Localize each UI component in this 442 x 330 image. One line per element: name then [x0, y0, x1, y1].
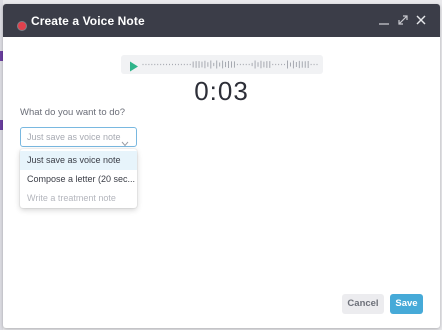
voice-note-modal: Create a Voice Note 0:03 What do you wan…: [3, 4, 440, 328]
select-value: Just save as voice note: [27, 132, 121, 142]
audio-player: [121, 55, 323, 74]
expand-icon[interactable]: [396, 13, 410, 27]
action-dropdown-menu: Just save as voice note Compose a letter…: [20, 149, 137, 208]
modal-title: Create a Voice Note: [31, 14, 145, 28]
option-compose-letter[interactable]: Compose a letter (20 sec...: [20, 170, 137, 189]
save-button[interactable]: Save: [390, 294, 423, 314]
chevron-down-icon: [121, 134, 129, 147]
minimize-icon[interactable]: [377, 13, 391, 27]
record-dot-icon: [18, 22, 26, 30]
waveform[interactable]: [141, 57, 319, 72]
option-treatment-note: Write a treatment note: [27, 193, 116, 203]
play-icon[interactable]: [129, 59, 139, 72]
action-question-label: What do you want to do?: [20, 107, 126, 118]
cancel-button[interactable]: Cancel: [342, 294, 384, 314]
modal-header: Create a Voice Note: [3, 4, 440, 37]
elapsed-time: 0:03: [194, 76, 249, 106]
close-icon[interactable]: [414, 13, 428, 27]
action-select[interactable]: Just save as voice note: [20, 127, 137, 147]
option-just-save[interactable]: Just save as voice note: [20, 151, 137, 170]
